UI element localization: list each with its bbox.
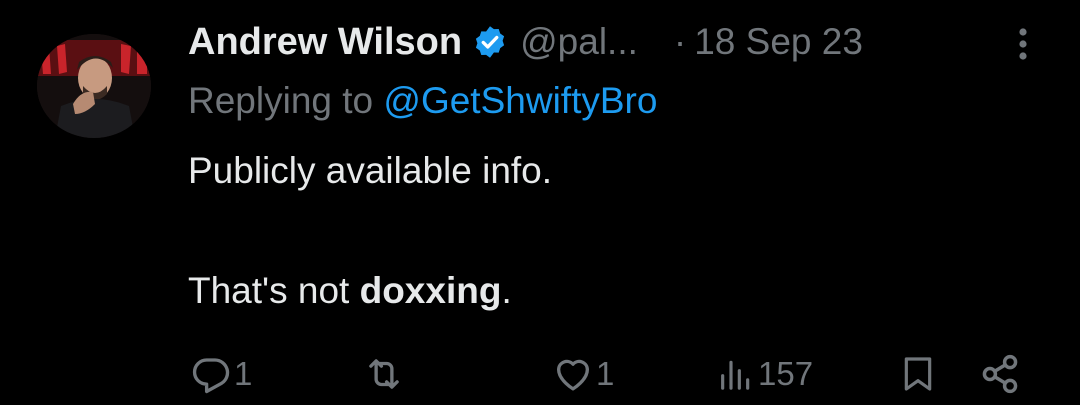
repost-button[interactable] xyxy=(360,350,410,398)
bookmark-icon xyxy=(904,357,932,391)
repost-icon xyxy=(369,359,399,389)
bookmark-button[interactable] xyxy=(898,350,938,398)
reply-count: 1 xyxy=(234,355,253,392)
author-name[interactable]: Andrew Wilson xyxy=(188,21,462,64)
tweet-text-line-2: That's not doxxing. xyxy=(188,270,512,312)
like-button[interactable]: 1 xyxy=(552,350,614,398)
tweet-text-suffix: . xyxy=(501,270,512,311)
like-count: 1 xyxy=(596,355,615,392)
tweet-text-bold: doxxing xyxy=(359,270,502,311)
avatar-image xyxy=(37,34,151,138)
verified-badge-icon xyxy=(472,24,508,60)
share-button[interactable] xyxy=(978,350,1022,398)
tweet-header: Andrew Wilson @pal... · 18 Sep 23 xyxy=(188,14,1048,70)
tweet-text-line-1: Publicly available info. xyxy=(188,150,553,191)
reply-button[interactable]: 1 xyxy=(190,350,252,398)
views-button[interactable]: 157 xyxy=(716,350,813,398)
header-separator: · xyxy=(673,21,687,62)
action-bar: 1 1 157 xyxy=(0,350,1080,400)
tweet-text-prefix: That's not xyxy=(188,270,360,311)
avatar[interactable] xyxy=(37,34,151,138)
heart-icon xyxy=(556,359,590,391)
share-icon xyxy=(982,354,1018,394)
tweet-date[interactable]: 18 Sep 23 xyxy=(694,21,863,63)
tweet: Andrew Wilson @pal... · 18 Sep 23 Replyi… xyxy=(0,0,1080,405)
views-count: 157 xyxy=(758,355,814,392)
replying-to-label: Replying to xyxy=(188,80,374,121)
reply-mention-link[interactable]: @GetShwiftyBro xyxy=(383,80,657,121)
views-icon xyxy=(721,360,750,390)
reply-icon xyxy=(192,358,230,394)
replying-to: Replying to @GetShwiftyBro xyxy=(188,80,657,122)
author-handle[interactable]: @pal... xyxy=(520,21,638,63)
more-vertical-icon[interactable] xyxy=(1008,22,1038,66)
